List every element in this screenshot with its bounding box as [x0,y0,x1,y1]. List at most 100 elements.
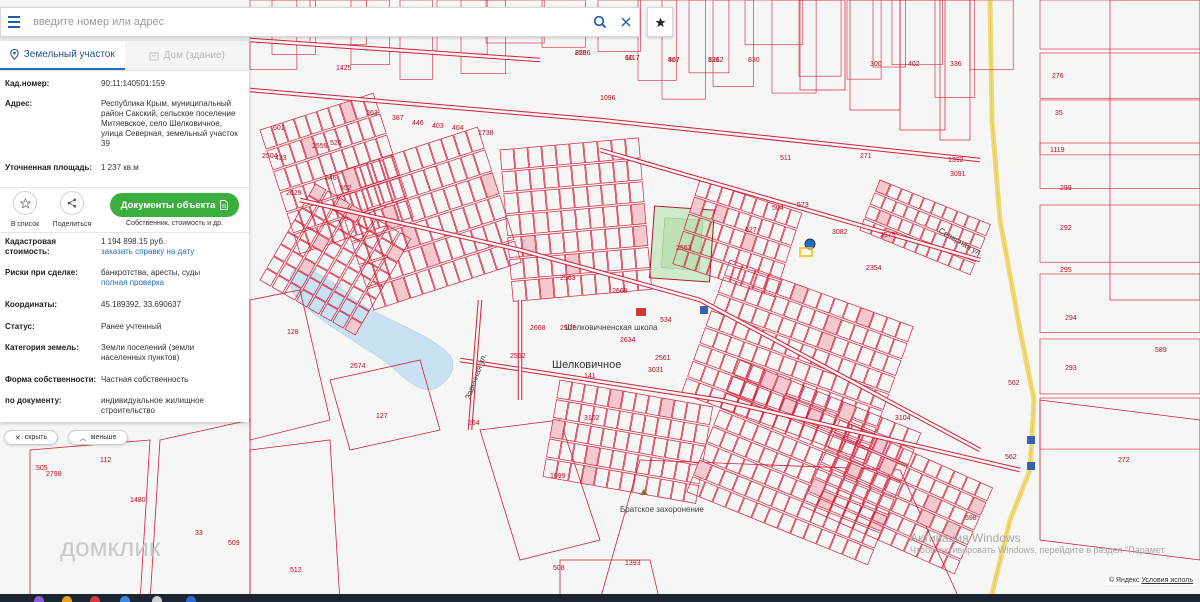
less-label: меньше [90,434,117,441]
parcel-number: 3082 [832,229,848,236]
cemetery-icon[interactable] [640,489,648,495]
parcel-number: 534 [660,317,672,324]
map-copyright: © Яндекс Условия исполь [1105,576,1196,585]
bus-stop-icon[interactable] [700,306,708,314]
tab-house[interactable]: Дом (здание) [124,41,249,70]
tab-house-label: Дом (здание) [163,50,225,61]
taskbar-app-icon[interactable] [62,596,72,602]
search-icon[interactable] [587,8,613,36]
bus-stop-icon-2[interactable] [1027,436,1035,444]
parcel-number: 2563 [560,275,576,282]
taskbar-app-icon[interactable] [90,596,100,602]
field-coordinates: Координаты: 45.189392, 33.690637 [5,300,245,310]
taskbar-app-icon[interactable] [120,596,130,602]
parcel-number: 336 [950,61,962,68]
parcel-number: 1738 [478,130,494,137]
field-value: банкротства, аресты, суды полная проверк… [101,268,241,288]
parcel-number: 2354 [866,265,882,272]
terms-link[interactable]: Условия исполь [1141,577,1193,584]
hide-panel-button[interactable]: ✕ скрыть [4,430,58,445]
parcel-number: 830 [748,57,760,64]
school-icon[interactable] [636,308,646,316]
parcel-number: 294 [1065,315,1077,322]
parcel-number: 60 [625,55,633,62]
parcel-number: 128 [287,329,299,336]
docs-subtitle: Собственник, стоимость и др. [126,220,223,227]
add-to-list-button[interactable] [13,191,37,215]
close-icon[interactable] [613,8,639,36]
activation-subtitle: Чтобы активировать Windows, перейдите в … [910,545,1165,555]
by-document-value: индивидуальное жилищное строительство [101,396,204,415]
cemetery-label: Братское захоронение [620,505,704,514]
info-panel: Земельный участок Дом (здание) Кад.номер… [0,41,249,422]
document-icon [220,200,229,210]
field-address: Адрес: Республика Крым, муниципальный ра… [5,99,245,149]
parcel-number: 264 [468,420,480,427]
parcel-number: 601 [273,125,285,132]
parcel-number: 293 [1065,365,1077,372]
bus-stop-icon-3[interactable] [1027,462,1035,470]
hamburger-menu-icon[interactable] [1,8,27,36]
star-outline-icon [19,197,31,209]
panel-tabs: Земельный участок Дом (здание) [0,41,249,71]
parcel-number: 35 [1055,110,1063,117]
parcel-number: 1425 [336,65,352,72]
windows-taskbar [0,594,1200,602]
parcel-number: 562 [1008,380,1020,387]
field-key: Статус: [5,322,35,331]
parcel-number: 2504 [262,153,278,160]
field-key: Кадастровая стоимость: [5,237,57,256]
field-value: 1 194 898.15 руб. заказать справку на да… [101,237,241,257]
share-button[interactable] [60,191,84,215]
parcel-number: 263 [366,110,378,117]
tab-land-plot[interactable]: Земельный участок [0,41,125,70]
activation-title: Активация Windows [910,531,1021,545]
field-key: Уточненная площадь: [5,163,93,172]
field-area: Уточненная площадь: 1 237 кв.м [5,163,245,173]
school-label: Шелковичненская школа [565,323,658,332]
taskbar-app-icon[interactable] [186,596,196,602]
parcel-number: 512 [290,567,302,574]
share-label: Поделиться [52,221,92,228]
field-ownership: Форма собственности: Частная собственнос… [5,375,245,385]
field-key: по документу: [5,396,62,405]
full-check-link[interactable]: полная проверка [101,278,241,288]
parcel-number: 2629 [286,190,302,197]
field-cadastral-number: Кад.номер: 90:11:140501:159 [5,79,245,89]
area-value: 1 237 кв.м [101,163,139,172]
village-label: Шелковичное [552,359,621,371]
field-key: Категория земель: [5,343,79,352]
taskbar-app-icon[interactable] [34,596,44,602]
taskbar-app-icon[interactable] [152,596,162,602]
parcel-number: 446 [412,120,424,127]
parcel-number: 33 [195,530,203,537]
parcel-number: 598 [965,515,977,522]
favorite-star-icon[interactable] [647,7,673,37]
field-by-document: по документу: индивидуальное жилищное ст… [5,396,245,416]
cadastral-number-link[interactable]: 90:11:140501:159 [101,79,241,89]
parcel-number: 2634 [620,337,636,344]
parcel-number: 2574 [350,363,366,370]
order-certificate-link[interactable]: заказать справку на дату [101,247,241,257]
address-value: Республика Крым, муниципальный район Сак… [101,99,238,148]
map-pin-icon [10,49,19,60]
parcel-number: 1312 [708,57,724,64]
search-input[interactable] [27,9,587,35]
parcel-number: 3104 [895,415,911,422]
parcel-number: 2575 [880,232,896,239]
docs-button-label: Документы объекта [120,199,216,211]
object-documents-button[interactable]: Документы объекта [110,193,239,217]
field-key: Форма собственности: [5,375,97,384]
pond [289,268,454,390]
less-button[interactable]: ︿ меньше [68,430,128,445]
close-small-icon: ✕ [14,434,21,442]
parcel-number: 295 [1060,267,1072,274]
parcel-number: 3102 [584,415,600,422]
parcel-number: 504 [772,205,784,212]
windows-activation-notice: Активация Windows Чтобы активировать Win… [910,531,1165,555]
parcel-number: 2798 [46,471,62,478]
highway [987,0,1037,602]
action-row: В список Поделиться Документы объекта Со… [0,187,249,233]
parcel-number: 520 [330,140,342,147]
field-status: Статус: Ранее учтенный [5,322,245,332]
